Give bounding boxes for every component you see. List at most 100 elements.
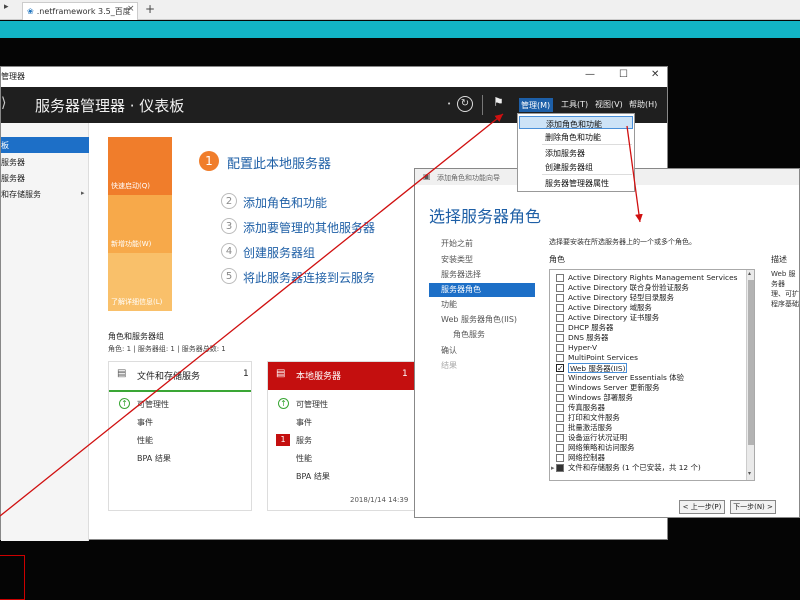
role-checkbox[interactable] xyxy=(556,304,564,312)
role-checkbox[interactable] xyxy=(556,424,564,432)
sidebar-item-file-storage[interactable]: 和存储服务 xyxy=(1,186,89,202)
menu-tools[interactable]: 工具(T) xyxy=(561,99,588,110)
role-item[interactable]: DHCP 服务器 xyxy=(568,323,613,333)
sidebar-item-all-servers[interactable]: 服务器 xyxy=(1,170,89,186)
wizard-nav-results: 结果 xyxy=(441,361,457,370)
expand-arrow-icon[interactable]: ▸ xyxy=(551,464,555,472)
role-checkbox[interactable] xyxy=(556,394,564,402)
role-item[interactable]: 设备运行状况证明 xyxy=(568,433,627,443)
wizard-nav-features[interactable]: 功能 xyxy=(439,298,535,312)
role-checkbox[interactable] xyxy=(556,274,564,282)
previous-button[interactable]: < 上一步(P) xyxy=(679,500,725,514)
role-checkbox[interactable] xyxy=(556,354,564,362)
card-local-server[interactable]: ▤ 本地服务器 1 ↑ 可管理性 事件 1 服务 性能 BPA 结果 2018/… xyxy=(267,361,415,511)
card-row-services[interactable]: 服务 xyxy=(296,435,312,446)
role-item[interactable]: Windows Server Essentials 体验 xyxy=(568,373,684,383)
card-row-performance[interactable]: 性能 xyxy=(296,453,312,464)
card-row-performance[interactable]: 性能 xyxy=(137,435,153,446)
role-checkbox[interactable] xyxy=(556,324,564,332)
tile-learn-more[interactable]: 了解详细信息(L) xyxy=(108,253,172,311)
role-checkbox[interactable] xyxy=(556,334,564,342)
role-checkbox[interactable] xyxy=(556,284,564,292)
dropdown-dot-icon[interactable]: • xyxy=(447,100,451,108)
sidebar-item-dashboard[interactable]: 板 xyxy=(1,137,89,153)
role-checkbox[interactable] xyxy=(556,294,564,302)
sidebar-item-local-server[interactable]: 服务器 xyxy=(1,154,89,170)
tab-close-icon[interactable]: × xyxy=(127,4,135,14)
back-arrow-icon[interactable]: ⟩ xyxy=(1,95,6,111)
maximize-icon[interactable]: ☐ xyxy=(619,69,628,80)
role-checkbox[interactable] xyxy=(556,454,564,462)
wizard-nav-server-selection[interactable]: 服务器选择 xyxy=(439,268,535,282)
minimize-icon[interactable]: — xyxy=(585,69,595,80)
tile-quick-start[interactable]: 快速启动(Q) xyxy=(108,137,172,195)
role-item[interactable]: MultiPoint Services xyxy=(568,353,638,363)
menu-item-create-group[interactable]: 创建服务器组 xyxy=(519,160,633,173)
menu-item-remove-roles[interactable]: 删除角色和功能 xyxy=(519,130,633,143)
role-item[interactable]: DNS 服务器 xyxy=(568,333,608,343)
wizard-nav-confirmation[interactable]: 确认 xyxy=(439,344,535,358)
menu-item-add-roles[interactable]: 添加角色和功能 xyxy=(519,116,633,129)
up-arrow-icon: ↑ xyxy=(119,398,130,409)
role-checkbox[interactable] xyxy=(556,404,564,412)
role-item[interactable]: Windows 部署服务 xyxy=(568,393,633,403)
next-button[interactable]: 下一步(N) > xyxy=(730,500,776,514)
role-item[interactable]: 网络策略和访问服务 xyxy=(568,443,635,453)
card-row-bpa[interactable]: BPA 结果 xyxy=(296,471,330,482)
menu-help[interactable]: 帮助(H) xyxy=(629,99,657,110)
card-file-storage[interactable]: ▤ 文件和存储服务 1 ↑ 可管理性 事件 性能 BPA 结果 xyxy=(108,361,252,511)
role-item[interactable]: 批量激活服务 xyxy=(568,423,612,433)
quickstart-label: 添加角色和功能 xyxy=(243,196,328,210)
browser-tab[interactable]: ❀ .netframework 3.5_百度 xyxy=(22,2,138,20)
menu-item-add-servers[interactable]: 添加服务器 xyxy=(519,146,633,159)
role-item[interactable]: 文件和存储服务 (1 个已安装，共 12 个) xyxy=(568,463,701,473)
card-row-bpa[interactable]: BPA 结果 xyxy=(137,453,171,464)
wizard-nav-server-roles[interactable]: 服务器角色 xyxy=(429,283,535,297)
role-item[interactable]: Windows Server 更新服务 xyxy=(568,383,660,393)
notifications-flag-icon[interactable]: ⚑ xyxy=(493,95,504,109)
role-item[interactable]: Active Directory Rights Management Servi… xyxy=(568,273,737,283)
role-checkbox[interactable] xyxy=(556,384,564,392)
menu-item-properties[interactable]: 服务器管理器属性 xyxy=(519,176,633,189)
role-item[interactable]: 打印和文件服务 xyxy=(568,413,620,423)
wizard-nav-before-you-begin[interactable]: 开始之前 xyxy=(439,237,535,251)
role-checkbox[interactable] xyxy=(556,344,564,352)
tab-scroll-left-button[interactable]: ▸ xyxy=(0,2,20,18)
wizard-nav-web-server-role[interactable]: Web 服务器角色(IIS) xyxy=(439,313,535,327)
roles-scrollbar[interactable]: ▴ ▾ xyxy=(746,270,754,480)
role-checkbox[interactable] xyxy=(556,444,564,452)
role-checkbox-partial[interactable] xyxy=(556,464,564,472)
role-checkbox[interactable] xyxy=(556,434,564,442)
role-item[interactable]: Active Directory 证书服务 xyxy=(568,313,659,323)
role-checkbox[interactable] xyxy=(556,374,564,382)
scroll-up-icon[interactable]: ▴ xyxy=(748,270,751,277)
role-item[interactable]: Hyper-V xyxy=(568,343,597,353)
wizard-nav-role-services[interactable]: 角色服务 xyxy=(451,328,547,342)
description-header: 描述 xyxy=(771,255,787,264)
menu-manage[interactable]: 管理(M) xyxy=(519,98,553,112)
role-item[interactable]: Active Directory 联合身份验证服务 xyxy=(568,283,689,293)
new-tab-button[interactable]: + xyxy=(145,2,155,16)
wizard-nav-installation-type[interactable]: 安装类型 xyxy=(439,253,535,267)
step-number: 4 xyxy=(221,243,237,259)
scrollbar-thumb[interactable] xyxy=(748,280,754,445)
role-item[interactable]: 传真服务器 xyxy=(568,403,605,413)
step-number: 2 xyxy=(221,193,237,209)
role-item-selected[interactable]: Web 服务器(IIS) xyxy=(568,363,628,373)
role-item[interactable]: Active Directory 域服务 xyxy=(568,303,652,313)
role-item[interactable]: Active Directory 轻型目录服务 xyxy=(568,293,674,303)
menu-view[interactable]: 视图(V) xyxy=(595,99,623,110)
role-checkbox-checked[interactable]: ✓ xyxy=(556,364,564,373)
chevron-right-icon[interactable]: ▸ xyxy=(81,189,85,197)
card-row-events[interactable]: 事件 xyxy=(296,417,312,428)
scroll-down-icon[interactable]: ▾ xyxy=(748,470,751,477)
refresh-icon[interactable]: ↻ xyxy=(457,96,473,112)
role-checkbox[interactable] xyxy=(556,414,564,422)
card-row-manageability[interactable]: 可管理性 xyxy=(137,399,169,410)
card-row-events[interactable]: 事件 xyxy=(137,417,153,428)
tile-whats-new[interactable]: 新增功能(W) xyxy=(108,195,172,253)
card-row-manageability[interactable]: 可管理性 xyxy=(296,399,328,410)
role-checkbox[interactable] xyxy=(556,314,564,322)
close-icon[interactable]: ✕ xyxy=(651,69,659,80)
role-item[interactable]: 网络控制器 xyxy=(568,453,605,463)
